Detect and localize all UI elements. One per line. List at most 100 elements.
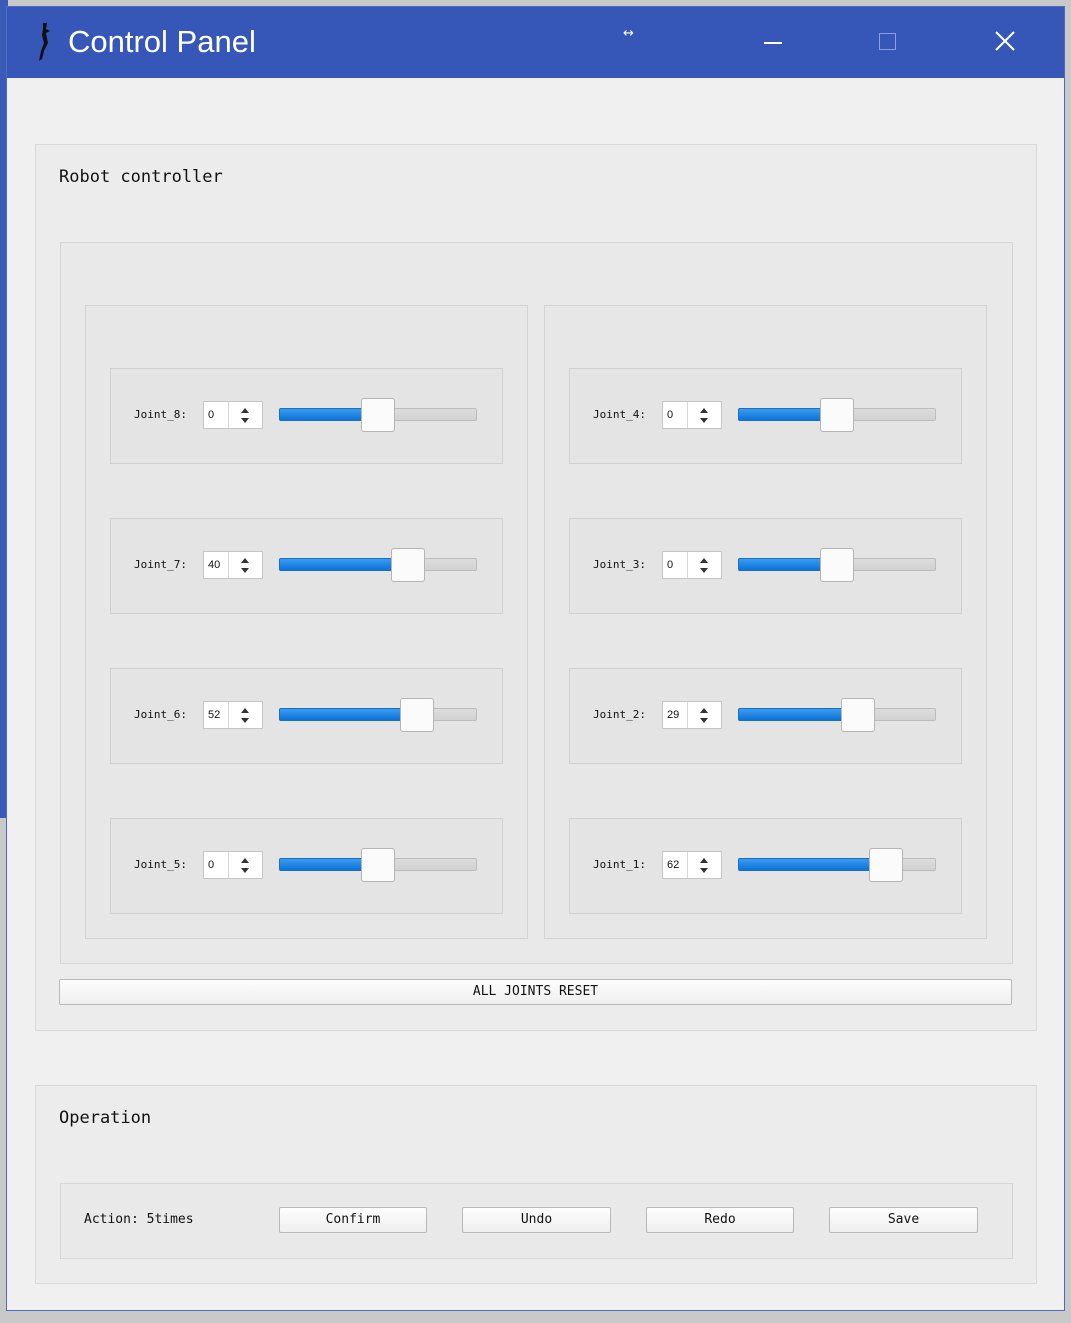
- joint-spinbox-value[interactable]: 0: [208, 859, 214, 871]
- joint-spinbox-value[interactable]: 0: [667, 559, 673, 571]
- spinbox-buttons: [228, 852, 263, 878]
- confirm-button[interactable]: Confirm: [279, 1207, 427, 1233]
- spinbox-buttons: [687, 702, 722, 728]
- joint-slider[interactable]: [738, 548, 936, 582]
- spinbox-buttons: [687, 852, 722, 878]
- spin-down-arrow-icon[interactable]: [700, 718, 708, 723]
- slider-fill: [279, 708, 404, 721]
- joint-slider[interactable]: [279, 698, 477, 732]
- joint-spinbox[interactable]: 0: [662, 551, 722, 579]
- save-button[interactable]: Save: [829, 1207, 978, 1233]
- joint-spinbox-value[interactable]: 40: [208, 559, 220, 571]
- joint-row: Joint_2: 29: [569, 668, 962, 764]
- title-bar[interactable]: Control Panel ↔: [7, 7, 1064, 78]
- slider-handle[interactable]: [361, 398, 395, 432]
- joint-spinbox[interactable]: 29: [662, 701, 722, 729]
- spin-down-arrow-icon[interactable]: [241, 418, 249, 423]
- slider-fill: [279, 408, 365, 421]
- slider-fill: [738, 708, 845, 721]
- joint-row: Joint_5: 0: [110, 818, 503, 914]
- spin-up-arrow-icon[interactable]: [241, 408, 249, 413]
- spin-down-arrow-icon[interactable]: [700, 418, 708, 423]
- spin-up-arrow-icon[interactable]: [700, 408, 708, 413]
- joint-spinbox[interactable]: 52: [203, 701, 263, 729]
- slider-handle[interactable]: [869, 848, 903, 882]
- joint-slider[interactable]: [738, 398, 936, 432]
- joint-slider[interactable]: [279, 548, 477, 582]
- joint-row: Joint_1: 62: [569, 818, 962, 914]
- joint-spinbox[interactable]: 0: [662, 401, 722, 429]
- joint-row: Joint_4: 0: [569, 368, 962, 464]
- control-panel-window: Control Panel ↔ Robot controller Joint_8…: [6, 6, 1065, 1311]
- slider-handle[interactable]: [841, 698, 875, 732]
- slider-fill: [279, 858, 365, 871]
- maximize-button[interactable]: [866, 21, 910, 63]
- joints-frame: Joint_8: 0 Joint_7: 40 Joint_6: 52 Joint_5: 0 J…: [60, 242, 1013, 964]
- joint-label: Joint_6:: [134, 708, 187, 721]
- joint-slider[interactable]: [279, 848, 477, 882]
- undo-button[interactable]: Undo: [462, 1207, 611, 1233]
- action-count-label: Action: 5times: [84, 1212, 194, 1227]
- joint-spinbox[interactable]: 0: [203, 851, 263, 879]
- spin-down-arrow-icon[interactable]: [241, 718, 249, 723]
- joint-row: Joint_3: 0: [569, 518, 962, 614]
- joint-label: Joint_1:: [593, 858, 646, 871]
- spin-down-arrow-icon[interactable]: [241, 568, 249, 573]
- joint-label: Joint_2:: [593, 708, 646, 721]
- spin-up-arrow-icon[interactable]: [241, 858, 249, 863]
- joint-slider[interactable]: [279, 398, 477, 432]
- spin-up-arrow-icon[interactable]: [241, 558, 249, 563]
- spinbox-buttons: [228, 702, 263, 728]
- joint-spinbox[interactable]: 0: [203, 401, 263, 429]
- joint-slider[interactable]: [738, 848, 936, 882]
- close-icon: [995, 31, 1015, 51]
- joint-label: Joint_8:: [134, 408, 187, 421]
- joint-label: Joint_5:: [134, 858, 187, 871]
- right-joints-column: Joint_4: 0 Joint_3: 0 Joint_2: 29 Joint_1: 62: [544, 305, 987, 939]
- slider-handle[interactable]: [820, 548, 854, 582]
- spin-up-arrow-icon[interactable]: [700, 708, 708, 713]
- app-icon: [39, 23, 50, 61]
- joint-row: Joint_8: 0: [110, 368, 503, 464]
- slider-fill: [738, 558, 824, 571]
- joint-label: Joint_7:: [134, 558, 187, 571]
- joint-spinbox-value[interactable]: 0: [208, 409, 214, 421]
- operation-frame: Action: 5times Confirm Undo Redo Save: [60, 1183, 1013, 1259]
- joint-spinbox-value[interactable]: 0: [667, 409, 673, 421]
- spinbox-buttons: [228, 552, 263, 578]
- joint-spinbox-value[interactable]: 29: [667, 709, 679, 721]
- spin-up-arrow-icon[interactable]: [700, 558, 708, 563]
- minimize-button[interactable]: [751, 21, 795, 63]
- spinbox-buttons: [687, 402, 722, 428]
- joint-label: Joint_4:: [593, 408, 646, 421]
- joint-spinbox[interactable]: 62: [662, 851, 722, 879]
- spinbox-buttons: [228, 402, 263, 428]
- operation-group: Operation Action: 5times Confirm Undo Re…: [35, 1085, 1037, 1284]
- slider-handle[interactable]: [820, 398, 854, 432]
- close-button[interactable]: [983, 21, 1027, 63]
- joint-spinbox-value[interactable]: 52: [208, 709, 220, 721]
- spin-down-arrow-icon[interactable]: [241, 868, 249, 873]
- joint-row: Joint_7: 40: [110, 518, 503, 614]
- joint-label: Joint_3:: [593, 558, 646, 571]
- joint-spinbox-value[interactable]: 62: [667, 859, 679, 871]
- slider-fill: [738, 858, 873, 871]
- slider-handle[interactable]: [361, 848, 395, 882]
- joint-row: Joint_6: 52: [110, 668, 503, 764]
- spin-up-arrow-icon[interactable]: [241, 708, 249, 713]
- window-title: Control Panel: [68, 24, 256, 59]
- joint-slider[interactable]: [738, 698, 936, 732]
- slider-fill: [279, 558, 395, 571]
- joint-spinbox[interactable]: 40: [203, 551, 263, 579]
- slider-fill: [738, 408, 824, 421]
- slider-handle[interactable]: [391, 548, 425, 582]
- operation-title: Operation: [59, 1108, 152, 1128]
- all-joints-reset-button[interactable]: ALL JOINTS RESET: [59, 979, 1012, 1005]
- robot-controller-group: Robot controller Joint_8: 0 Joint_7: 40 Join…: [35, 144, 1037, 1031]
- robot-controller-title: Robot controller: [59, 167, 223, 187]
- spin-down-arrow-icon[interactable]: [700, 868, 708, 873]
- spin-down-arrow-icon[interactable]: [700, 568, 708, 573]
- slider-handle[interactable]: [400, 698, 434, 732]
- redo-button[interactable]: Redo: [646, 1207, 794, 1233]
- spin-up-arrow-icon[interactable]: [700, 858, 708, 863]
